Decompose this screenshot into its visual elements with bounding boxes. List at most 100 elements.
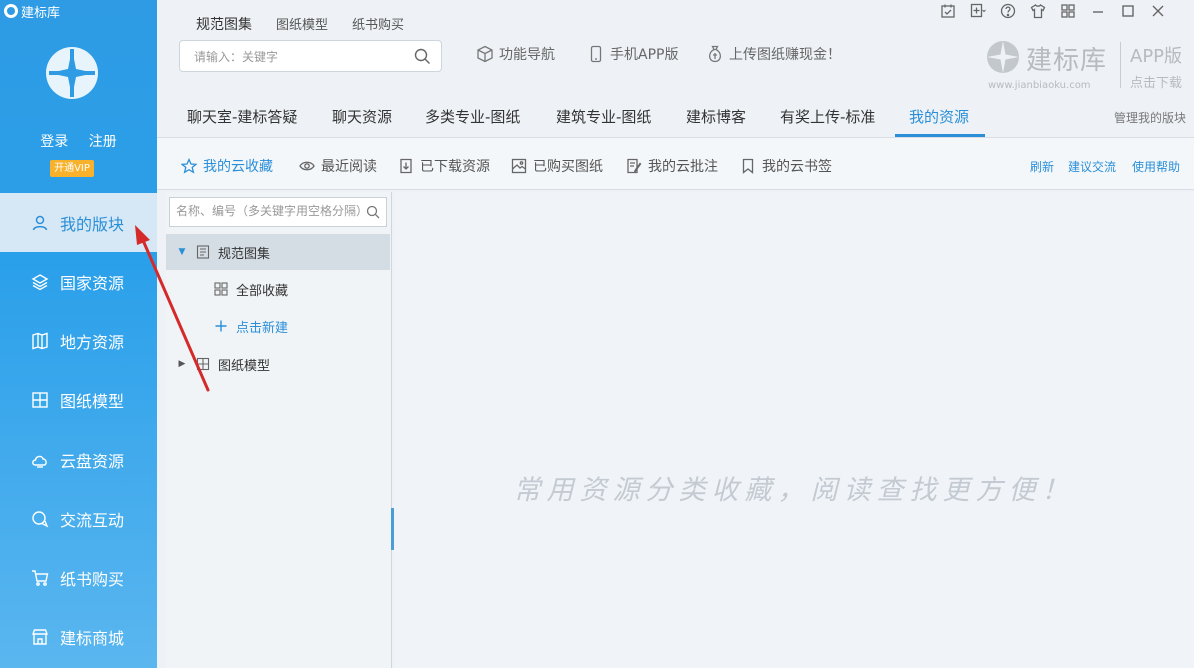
sidebar-item-label: 我的版块	[60, 214, 125, 234]
tab-standards[interactable]: 规范图集	[196, 14, 252, 34]
sidebar-item-label: 国家资源	[60, 273, 125, 293]
help-link[interactable]: 使用帮助	[1132, 158, 1180, 175]
cloud-drive-icon	[31, 451, 49, 469]
mobile-app-link[interactable]: 手机APP版	[587, 44, 678, 64]
blueprint-icon	[31, 391, 49, 409]
sidebar-item-label: 图纸模型	[60, 391, 125, 411]
tab-my-resources[interactable]: 我的资源	[909, 106, 969, 127]
tab-drawings[interactable]: 图纸模型	[276, 14, 328, 34]
sub-toolbar: 我的云收藏 最近阅读 已下载资源 已购买图纸 我的云批注 我的云书签 刷新 建议…	[157, 138, 1194, 190]
top-tabs: 规范图集 图纸模型 纸书购买	[196, 14, 428, 34]
tree-search-box	[169, 197, 387, 227]
tree-node-create-new[interactable]: 点击新建	[166, 308, 390, 344]
sidebar-item-national[interactable]: 国家资源	[0, 252, 157, 311]
tree-search-input[interactable]	[176, 204, 362, 218]
empty-state-message: 常用资源分类收藏，阅读查找更方便！	[513, 475, 1075, 506]
tab-blog[interactable]: 建标博客	[686, 106, 746, 127]
tool-label: 已下载资源	[420, 159, 490, 175]
tool-label: 我的云书签	[762, 159, 832, 175]
tab-upload-reward[interactable]: 有奖上传-标准	[780, 106, 875, 127]
brand-divider	[1120, 42, 1121, 88]
help-icon[interactable]	[998, 2, 1018, 20]
vip-button[interactable]: 开通VIP	[50, 160, 94, 177]
content-area: 常用资源分类收藏，阅读查找更方便！	[394, 192, 1194, 668]
app-title-text: 建标库	[21, 5, 61, 21]
blueprint-icon	[196, 357, 210, 371]
tool-label: 最近阅读	[321, 159, 377, 175]
cart-icon	[31, 569, 49, 587]
feature-nav-link[interactable]: 功能导航	[476, 44, 555, 64]
expand-arrow-icon[interactable]: ▼	[176, 247, 188, 257]
sidebar-item-label: 纸书购买	[60, 569, 125, 589]
star-icon	[181, 158, 197, 174]
tool-label: 我的云批注	[648, 159, 718, 175]
feedback-link[interactable]: 建议交流	[1068, 158, 1116, 175]
expand-arrow-icon[interactable]: ▶	[176, 359, 188, 369]
cube-icon	[477, 45, 493, 63]
minimize-icon[interactable]	[1088, 2, 1108, 20]
tab-books[interactable]: 纸书购买	[352, 14, 404, 34]
map-icon	[31, 332, 49, 350]
tab-chatroom-qa[interactable]: 聊天室-建标答疑	[187, 106, 297, 127]
sidebar: 建标库 登录 注册 开通VIP 我的版块 国家资源 地方资源 图纸模型 云盘资源…	[0, 0, 157, 668]
tree-node-drawings[interactable]: ▶ 图纸模型	[166, 346, 390, 382]
maximize-icon[interactable]	[1118, 2, 1138, 20]
sidebar-item-mall[interactable]: 建标商城	[0, 607, 157, 666]
store-icon	[31, 628, 49, 646]
cloud-bookmarks-tool[interactable]: 我的云书签	[740, 156, 832, 176]
tree-node-standards[interactable]: ▼ 规范图集	[166, 234, 390, 270]
cloud-favorites-tool[interactable]: 我的云收藏	[181, 156, 273, 176]
close-icon[interactable]	[1148, 2, 1168, 20]
tree-node-label: 图纸模型	[218, 358, 271, 374]
sidebar-item-buy-books[interactable]: 纸书购买	[0, 548, 157, 607]
tree-node-label: 规范图集	[218, 246, 271, 262]
app-logo-icon	[4, 4, 18, 18]
tree-node-all-favorites[interactable]: 全部收藏	[166, 271, 390, 307]
tool-label: 我的云收藏	[203, 159, 273, 175]
main-tabs: 聊天室-建标答疑 聊天资源 多类专业-图纸 建筑专业-图纸 建标博客 有奖上传-…	[157, 96, 1194, 138]
sidebar-item-label: 建标商城	[60, 628, 125, 648]
sidebar-item-label: 云盘资源	[60, 451, 125, 471]
upload-earn-link[interactable]: 上传图纸赚现金！	[706, 44, 841, 64]
register-link[interactable]: 注册	[89, 134, 117, 150]
layers-icon	[31, 273, 49, 291]
brand-banner[interactable]: 建标库 www.jianbiaoku.com APP版 点击下载	[984, 36, 1184, 96]
brand-logo-icon	[46, 47, 98, 99]
brand-url: www.jianbiaoku.com	[988, 80, 1091, 91]
login-link[interactable]: 登录	[40, 134, 68, 150]
manage-section-link[interactable]: 管理我的版块	[1114, 109, 1186, 126]
user-icon	[31, 214, 49, 232]
add-menu-icon[interactable]	[968, 2, 988, 20]
sidebar-item-label: 交流互动	[60, 510, 125, 530]
auth-links: 登录 注册	[0, 131, 157, 151]
tab-chat-resources[interactable]: 聊天资源	[332, 106, 392, 127]
purchased-drawings-tool[interactable]: 已购买图纸	[511, 156, 603, 176]
feature-nav-label: 功能导航	[499, 47, 555, 63]
phone-icon	[590, 45, 602, 63]
sidebar-item-cloud[interactable]: 云盘资源	[0, 430, 157, 489]
active-tab-indicator	[895, 134, 985, 137]
search-icon[interactable]	[366, 205, 380, 219]
sidebar-item-local[interactable]: 地方资源	[0, 311, 157, 370]
bookmark-icon	[742, 158, 754, 174]
tab-architecture[interactable]: 建筑专业-图纸	[556, 106, 651, 127]
tab-multi-discipline[interactable]: 多类专业-图纸	[425, 106, 520, 127]
search-icon[interactable]	[414, 48, 431, 65]
grid-apps-icon[interactable]	[1058, 2, 1078, 20]
app-title: 建标库	[4, 2, 61, 21]
cloud-annotations-tool[interactable]: 我的云批注	[626, 156, 718, 176]
sidebar-item-label: 地方资源	[60, 332, 125, 352]
recent-reading-tool[interactable]: 最近阅读	[299, 156, 377, 176]
tree-node-label: 点击新建	[236, 320, 289, 336]
refresh-link[interactable]: 刷新	[1030, 158, 1054, 175]
sidebar-item-drawings[interactable]: 图纸模型	[0, 370, 157, 429]
skin-shirt-icon[interactable]	[1028, 2, 1048, 20]
upload-earn-label: 上传图纸赚现金！	[729, 47, 841, 63]
search-input[interactable]	[194, 48, 404, 66]
sidebar-item-interaction[interactable]: 交流互动	[0, 489, 157, 548]
downloaded-tool[interactable]: 已下载资源	[398, 156, 490, 176]
calendar-check-icon[interactable]	[938, 2, 958, 20]
sidebar-item-my-section[interactable]: 我的版块	[0, 193, 157, 252]
money-bag-icon	[708, 45, 722, 63]
brand-app-label: APP版	[1130, 46, 1183, 67]
